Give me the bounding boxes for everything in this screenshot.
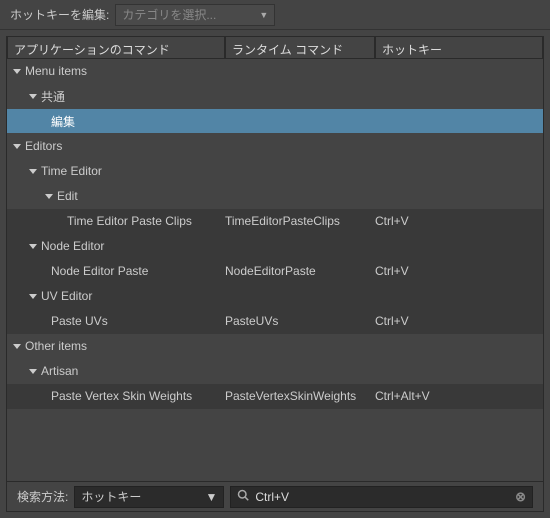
search-bar: 検索方法: ホットキー ▼ ⊗	[7, 481, 543, 511]
chevron-down-icon	[29, 244, 37, 249]
tree-group-other-items[interactable]: Other items	[7, 334, 543, 359]
cmd-runtime: NodeEditorPaste	[225, 264, 316, 278]
label-common: 共通	[41, 88, 65, 105]
label-edit: Edit	[57, 189, 78, 203]
label-menu-items: Menu items	[25, 64, 87, 78]
search-method-label: 検索方法:	[17, 488, 68, 505]
label-artisan: Artisan	[41, 364, 78, 378]
cmd-runtime: TimeEditorPasteClips	[225, 214, 340, 228]
chevron-down-icon	[29, 369, 37, 374]
edit-hotkey-label: ホットキーを編集:	[10, 6, 109, 23]
cmd-hotkey: Ctrl+V	[375, 314, 409, 328]
tree-group-node-editor[interactable]: Node Editor	[7, 234, 543, 259]
label-other-items: Other items	[25, 339, 87, 353]
cmd-hotkey: Ctrl+V	[375, 214, 409, 228]
cmd-hotkey: Ctrl+Alt+V	[375, 389, 430, 403]
search-field[interactable]: ⊗	[230, 486, 533, 508]
tree-item-paste-uvs[interactable]: Paste UVs PasteUVs Ctrl+V	[7, 309, 543, 334]
tree-group-uv-editor[interactable]: UV Editor	[7, 284, 543, 309]
cmd-hotkey: Ctrl+V	[375, 264, 409, 278]
chevron-down-icon	[13, 144, 21, 149]
chevron-down-icon	[29, 169, 37, 174]
chevron-down-icon: ▼	[259, 10, 268, 20]
label-edit-jp: 編集	[51, 113, 75, 130]
chevron-down-icon	[29, 94, 37, 99]
label-node-editor: Node Editor	[41, 239, 104, 253]
tree-group-menu-items[interactable]: Menu items	[7, 59, 543, 84]
command-tree[interactable]: Menu items 共通 編集 Editors Time Editor Edi…	[7, 59, 543, 481]
tree-group-edit[interactable]: Edit	[7, 184, 543, 209]
category-select[interactable]: カテゴリを選択... ▼	[115, 4, 275, 26]
hotkey-panel: アプリケーションのコマンド ランタイム コマンド ホットキー Menu item…	[6, 36, 544, 512]
tree-group-time-editor[interactable]: Time Editor	[7, 159, 543, 184]
chevron-down-icon	[45, 194, 53, 199]
cmd-runtime: PasteUVs	[225, 314, 278, 328]
table-header: アプリケーションのコマンド ランタイム コマンド ホットキー	[7, 37, 543, 59]
col-hotkey[interactable]: ホットキー	[375, 37, 543, 58]
category-placeholder: カテゴリを選択...	[122, 6, 216, 23]
search-mode-value: ホットキー	[81, 488, 141, 505]
search-mode-select[interactable]: ホットキー ▼	[74, 486, 224, 508]
tree-group-artisan[interactable]: Artisan	[7, 359, 543, 384]
top-bar: ホットキーを編集: カテゴリを選択... ▼	[0, 0, 550, 30]
cmd-name: Paste Vertex Skin Weights	[51, 389, 192, 403]
clear-search-icon[interactable]: ⊗	[515, 489, 526, 505]
tree-item-paste-vsw[interactable]: Paste Vertex Skin Weights PasteVertexSki…	[7, 384, 543, 409]
search-icon	[237, 489, 249, 504]
label-editors: Editors	[25, 139, 62, 153]
search-input[interactable]	[253, 489, 511, 505]
chevron-down-icon	[13, 69, 21, 74]
tree-item-te-paste-clips[interactable]: Time Editor Paste Clips TimeEditorPasteC…	[7, 209, 543, 234]
tree-group-common[interactable]: 共通	[7, 84, 543, 109]
col-app-command[interactable]: アプリケーションのコマンド	[7, 37, 225, 58]
chevron-down-icon	[13, 344, 21, 349]
cmd-name: Paste UVs	[51, 314, 108, 328]
chevron-down-icon	[29, 294, 37, 299]
chevron-down-icon: ▼	[205, 490, 217, 504]
tree-item-ne-paste[interactable]: Node Editor Paste NodeEditorPaste Ctrl+V	[7, 259, 543, 284]
label-uv-editor: UV Editor	[41, 289, 92, 303]
cmd-name: Time Editor Paste Clips	[67, 214, 192, 228]
tree-group-editors[interactable]: Editors	[7, 134, 543, 159]
col-runtime-command[interactable]: ランタイム コマンド	[225, 37, 375, 58]
tree-item-edit-jp[interactable]: 編集	[7, 109, 543, 134]
cmd-runtime: PasteVertexSkinWeights	[225, 389, 356, 403]
cmd-name: Node Editor Paste	[51, 264, 148, 278]
label-time-editor: Time Editor	[41, 164, 102, 178]
